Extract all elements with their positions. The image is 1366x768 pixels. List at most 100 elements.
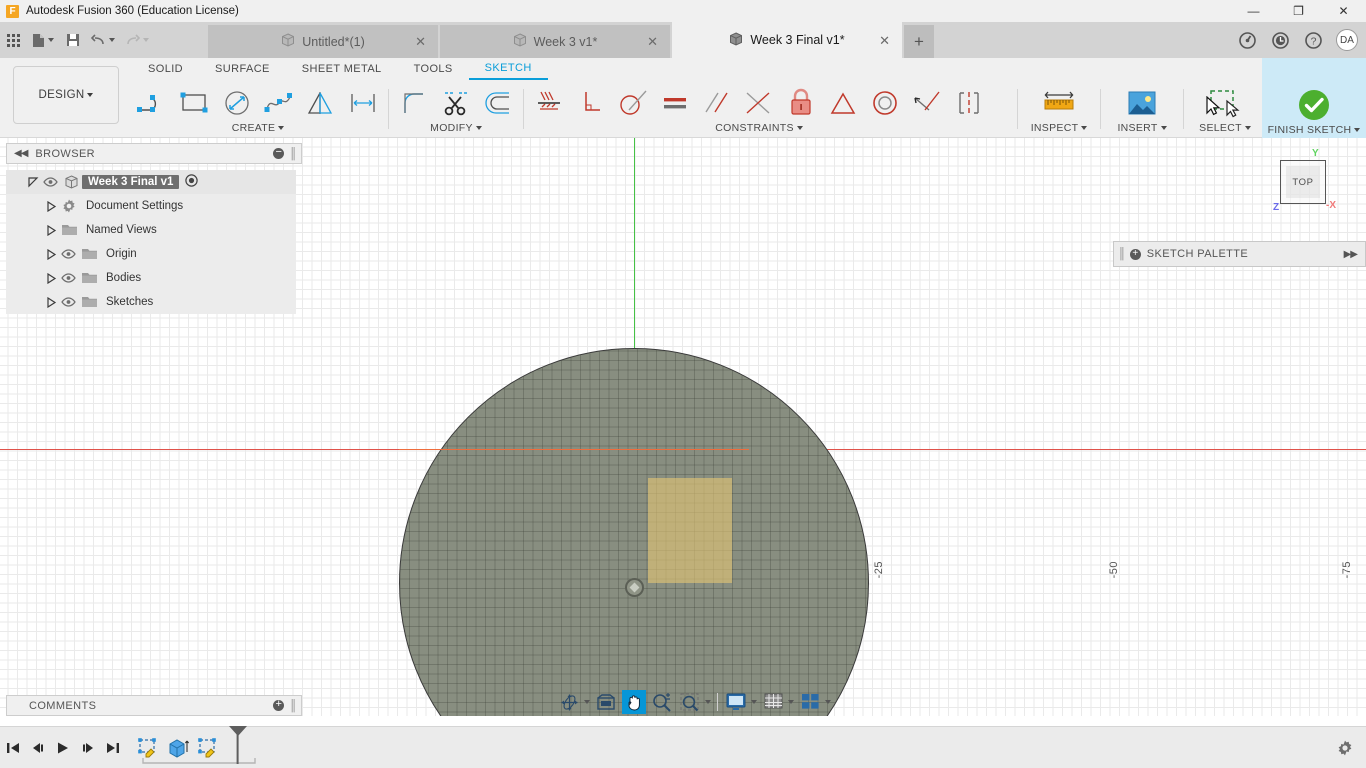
mirror-icon[interactable]	[300, 82, 342, 124]
panel-insert[interactable]: INSERT	[1105, 82, 1179, 134]
chevron-down-icon[interactable]	[705, 700, 711, 704]
document-tab-week3[interactable]: Week 3 v1* ✕	[440, 25, 670, 58]
visibility-eye-icon[interactable]	[58, 249, 78, 259]
nav-display-settings[interactable]	[722, 689, 759, 715]
close-button[interactable]: ✕	[1321, 0, 1366, 22]
fix-unfix-icon[interactable]	[780, 82, 822, 124]
play-button[interactable]	[50, 733, 75, 763]
horizontal-vertical-icon[interactable]	[528, 82, 570, 124]
add-comment-icon[interactable]: +	[273, 699, 285, 711]
nav-zoom[interactable]	[648, 689, 676, 715]
collinear-icon[interactable]	[906, 82, 948, 124]
drag-handle-icon[interactable]: ║	[289, 148, 297, 160]
ribbon-tab-tools[interactable]: TOOLS	[398, 58, 469, 80]
panel-inspect[interactable]: INSPECT	[1022, 82, 1096, 134]
circle-icon[interactable]	[216, 82, 258, 124]
expand-triangle-icon[interactable]	[44, 224, 58, 236]
sketch-rectangle-profile[interactable]	[648, 478, 732, 583]
midpoint-icon[interactable]	[738, 82, 780, 124]
ribbon-tab-surface[interactable]: SURFACE	[199, 58, 286, 80]
view-cube[interactable]: TOP Y Z -X	[1273, 148, 1338, 218]
tree-node-document-settings[interactable]: Document Settings	[6, 194, 296, 218]
drag-handle-icon[interactable]: ║	[1118, 248, 1126, 260]
visibility-eye-icon[interactable]	[58, 297, 78, 307]
save-button[interactable]	[60, 25, 86, 55]
chevron-down-icon[interactable]	[584, 700, 590, 704]
step-forward-button[interactable]	[75, 733, 100, 763]
look-at-icon[interactable]	[594, 690, 618, 714]
sketch-origin-point[interactable]	[625, 578, 644, 597]
curvature-icon[interactable]	[948, 82, 990, 124]
grid-snaps-icon[interactable]	[761, 690, 785, 714]
perpendicular-icon[interactable]	[570, 82, 612, 124]
fillet-icon[interactable]	[393, 82, 435, 124]
panel-select[interactable]: SELECT	[1188, 82, 1262, 134]
document-tab-week3-final[interactable]: Week 3 Final v1* ✕	[672, 22, 902, 58]
close-icon[interactable]: ✕	[879, 34, 890, 47]
step-back-button[interactable]	[25, 733, 50, 763]
symmetry-icon[interactable]	[822, 82, 864, 124]
close-icon[interactable]: ✕	[415, 35, 426, 48]
parallel-icon[interactable]	[696, 82, 738, 124]
expand-triangle-icon[interactable]	[44, 248, 58, 260]
add-icon[interactable]: +	[1129, 248, 1141, 260]
workspace-selector[interactable]: DESIGN	[13, 66, 119, 124]
undo-button[interactable]	[86, 25, 120, 55]
settings-gear-icon[interactable]	[1332, 735, 1358, 761]
activate-component-radio[interactable]	[185, 174, 199, 190]
ribbon-tab-sketch[interactable]: SKETCH	[468, 58, 548, 80]
expand-triangle-icon[interactable]	[44, 272, 58, 284]
close-icon[interactable]: ✕	[647, 35, 658, 48]
chevron-down-icon[interactable]	[788, 700, 794, 704]
nav-zoom-window[interactable]	[676, 689, 713, 715]
panel-modify-label[interactable]: MODIFY	[393, 122, 519, 134]
tree-node-sketches[interactable]: Sketches	[6, 290, 296, 314]
nav-grid-snaps[interactable]	[759, 689, 796, 715]
collapse-icon[interactable]: ◀◀	[14, 148, 28, 159]
viewports-icon[interactable]	[798, 690, 822, 714]
zoom-window-icon[interactable]	[678, 690, 702, 714]
nav-pan[interactable]	[620, 689, 648, 715]
expand-triangle-icon[interactable]	[26, 176, 40, 188]
new-document-button[interactable]	[26, 25, 60, 55]
maximize-button[interactable]: ❐	[1276, 0, 1321, 22]
nav-orbit[interactable]	[555, 689, 592, 715]
document-tab-untitled[interactable]: Untitled*(1) ✕	[208, 25, 438, 58]
comments-panel-header[interactable]: COMMENTS + ║	[6, 695, 302, 716]
sketch-dimension-icon[interactable]	[342, 82, 384, 124]
equal-icon[interactable]	[654, 82, 696, 124]
spline-icon[interactable]	[258, 82, 300, 124]
drag-handle-icon[interactable]: ║	[289, 700, 297, 712]
expand-icon[interactable]: ▶▶	[1344, 249, 1358, 260]
tangent-icon[interactable]	[612, 82, 654, 124]
app-grid-icon[interactable]	[0, 25, 26, 55]
avatar[interactable]: DA	[1336, 29, 1358, 51]
expand-triangle-icon[interactable]	[44, 200, 58, 212]
rectangle-icon[interactable]	[174, 82, 216, 124]
new-tab-button[interactable]: +	[904, 25, 934, 58]
panel-finish-sketch[interactable]: FINISH SKETCH	[1262, 58, 1366, 138]
visibility-eye-icon[interactable]	[40, 177, 60, 187]
jump-start-button[interactable]	[0, 733, 25, 763]
orbit-icon[interactable]	[557, 690, 581, 714]
line-icon[interactable]	[132, 82, 174, 124]
zoom-icon[interactable]	[650, 690, 674, 714]
ribbon-tab-solid[interactable]: SOLID	[132, 58, 199, 80]
concentric-icon[interactable]	[864, 82, 906, 124]
panel-create-label[interactable]: CREATE	[132, 122, 384, 134]
visibility-eye-icon[interactable]	[58, 273, 78, 283]
display-settings-icon[interactable]	[724, 690, 748, 714]
trim-icon[interactable]	[435, 82, 477, 124]
chevron-down-icon[interactable]	[751, 700, 757, 704]
tree-node-origin[interactable]: Origin	[6, 242, 296, 266]
view-cube-top-face[interactable]: TOP	[1280, 160, 1326, 204]
tree-node-named-views[interactable]: Named Views	[6, 218, 296, 242]
job-status-icon[interactable]	[1231, 22, 1264, 58]
panel-constraints-label[interactable]: CONSTRAINTS	[528, 122, 990, 134]
chevron-down-icon[interactable]	[825, 700, 831, 704]
expand-triangle-icon[interactable]	[44, 296, 58, 308]
minimize-panel-icon[interactable]: −	[273, 147, 285, 159]
nav-look-at[interactable]	[592, 689, 620, 715]
offset-icon[interactable]	[477, 82, 519, 124]
tree-node-bodies[interactable]: Bodies	[6, 266, 296, 290]
